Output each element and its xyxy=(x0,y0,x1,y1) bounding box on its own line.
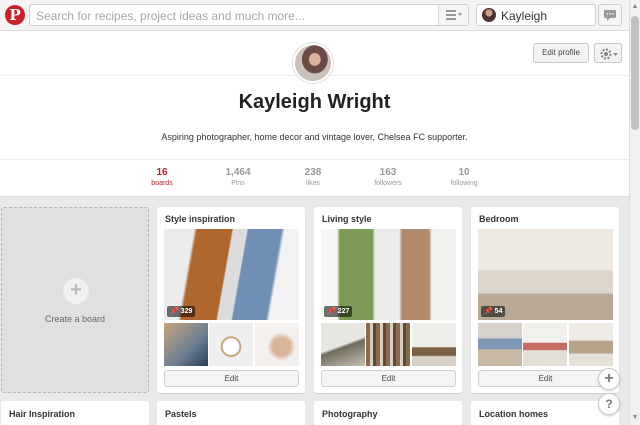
board-thumbnail[interactable] xyxy=(321,323,365,366)
stat-likes[interactable]: 238 likes xyxy=(283,167,343,187)
profile-bio: Aspiring photographer, home decor and vi… xyxy=(161,132,468,142)
board-thumbnail[interactable] xyxy=(164,323,208,366)
board-card[interactable]: Living style 📌 227 Edit xyxy=(314,207,462,393)
board-card[interactable]: Photography xyxy=(314,401,462,425)
stat-label: Pins xyxy=(231,180,245,187)
board-title: Photography xyxy=(322,409,378,419)
pin-count: 227 xyxy=(337,308,350,315)
board-card[interactable]: Bedroom 📌 54 Edit xyxy=(471,207,619,393)
stat-value: 163 xyxy=(379,167,397,178)
board-thumbnails xyxy=(164,323,299,366)
board-thumbnail[interactable] xyxy=(366,323,410,366)
board-cover-image[interactable]: 📌 54 xyxy=(478,229,613,320)
board-thumbnail[interactable] xyxy=(412,323,456,366)
stat-pins[interactable]: 1,464 Pins xyxy=(208,167,268,187)
stat-value: 1,464 xyxy=(225,167,251,178)
scroll-down-arrow-icon[interactable]: ▼ xyxy=(631,413,639,423)
board-title: Hair Inspiration xyxy=(9,409,76,419)
board-thumbnails xyxy=(478,323,613,366)
stat-value: 16 xyxy=(156,167,168,178)
divider xyxy=(0,159,629,160)
scroll-up-arrow-icon[interactable]: ▲ xyxy=(631,2,639,12)
profile-header: Edit profile Kayleigh Wright Aspiring ph… xyxy=(0,31,629,197)
user-name: Kayleigh xyxy=(501,9,548,23)
user-profile-button[interactable]: Kayleigh xyxy=(476,4,596,26)
search-menu-button[interactable] xyxy=(438,5,468,25)
board-thumbnail[interactable] xyxy=(569,323,613,366)
stat-followers[interactable]: 163 followers xyxy=(358,167,418,187)
pin-count: 329 xyxy=(180,308,193,315)
edit-board-button[interactable]: Edit xyxy=(478,370,613,387)
stat-label: boards xyxy=(151,180,173,187)
plus-icon: + xyxy=(63,278,89,304)
pin-count-badge: 📌 329 xyxy=(167,306,196,317)
stat-boards[interactable]: 16 boards xyxy=(132,167,192,187)
stat-label: following xyxy=(450,180,478,187)
edit-board-button[interactable]: Edit xyxy=(164,370,299,387)
edit-profile-button[interactable]: Edit profile xyxy=(533,43,589,63)
gear-icon xyxy=(600,48,618,60)
stat-label: likes xyxy=(305,180,320,187)
board-title: Location homes xyxy=(479,409,549,419)
stat-label: followers xyxy=(374,180,402,187)
add-pin-button[interactable]: + xyxy=(598,368,620,390)
board-cover-image[interactable]: 📌 227 xyxy=(321,229,456,320)
board-card[interactable]: Hair Inspiration xyxy=(1,401,149,425)
board-title: Living style xyxy=(322,214,372,224)
avatar-small xyxy=(482,8,496,22)
menu-lines-icon xyxy=(446,10,462,20)
pin-count: 54 xyxy=(494,308,503,315)
board-thumbnail[interactable] xyxy=(523,323,567,366)
board-thumbnails xyxy=(321,323,456,366)
top-bar: P Search for recipes, project ideas and … xyxy=(0,0,629,31)
create-board-label: Create a board xyxy=(44,314,106,324)
board-thumbnail[interactable] xyxy=(478,323,522,366)
board-card[interactable]: Pastels xyxy=(157,401,305,425)
board-thumbnail[interactable] xyxy=(255,323,299,366)
pinterest-logo[interactable]: P xyxy=(5,5,25,25)
edit-board-button[interactable]: Edit xyxy=(321,370,456,387)
board-title: Style inspiration xyxy=(165,214,236,224)
profile-name: Kayleigh Wright xyxy=(238,91,391,113)
settings-button[interactable] xyxy=(594,43,622,63)
stat-value: 238 xyxy=(304,167,322,178)
search-input[interactable]: Search for recipes, project ideas and mu… xyxy=(36,9,305,23)
board-card[interactable]: Location homes xyxy=(471,401,619,425)
board-thumbnail[interactable] xyxy=(209,323,253,366)
search-box[interactable]: Search for recipes, project ideas and mu… xyxy=(29,4,469,26)
board-title: Pastels xyxy=(165,409,197,419)
pin-count-badge: 📌 227 xyxy=(324,306,353,317)
stat-following[interactable]: 10 following xyxy=(434,167,494,187)
board-cover-image[interactable]: 📌 329 xyxy=(164,229,299,320)
create-board-tile[interactable]: + Create a board xyxy=(1,207,149,393)
scrollbar-thumb[interactable] xyxy=(631,16,639,130)
messages-button[interactable] xyxy=(598,4,622,26)
profile-avatar xyxy=(293,43,333,83)
help-button[interactable]: ? xyxy=(598,393,620,415)
pin-count-badge: 📌 54 xyxy=(481,306,506,317)
scrollbar[interactable]: ▲ ▼ xyxy=(629,0,640,425)
board-title: Bedroom xyxy=(479,214,519,224)
board-card[interactable]: Style inspiration 📌 329 Edit xyxy=(157,207,305,393)
chat-bubble-icon xyxy=(604,10,616,21)
stat-value: 10 xyxy=(458,167,470,178)
